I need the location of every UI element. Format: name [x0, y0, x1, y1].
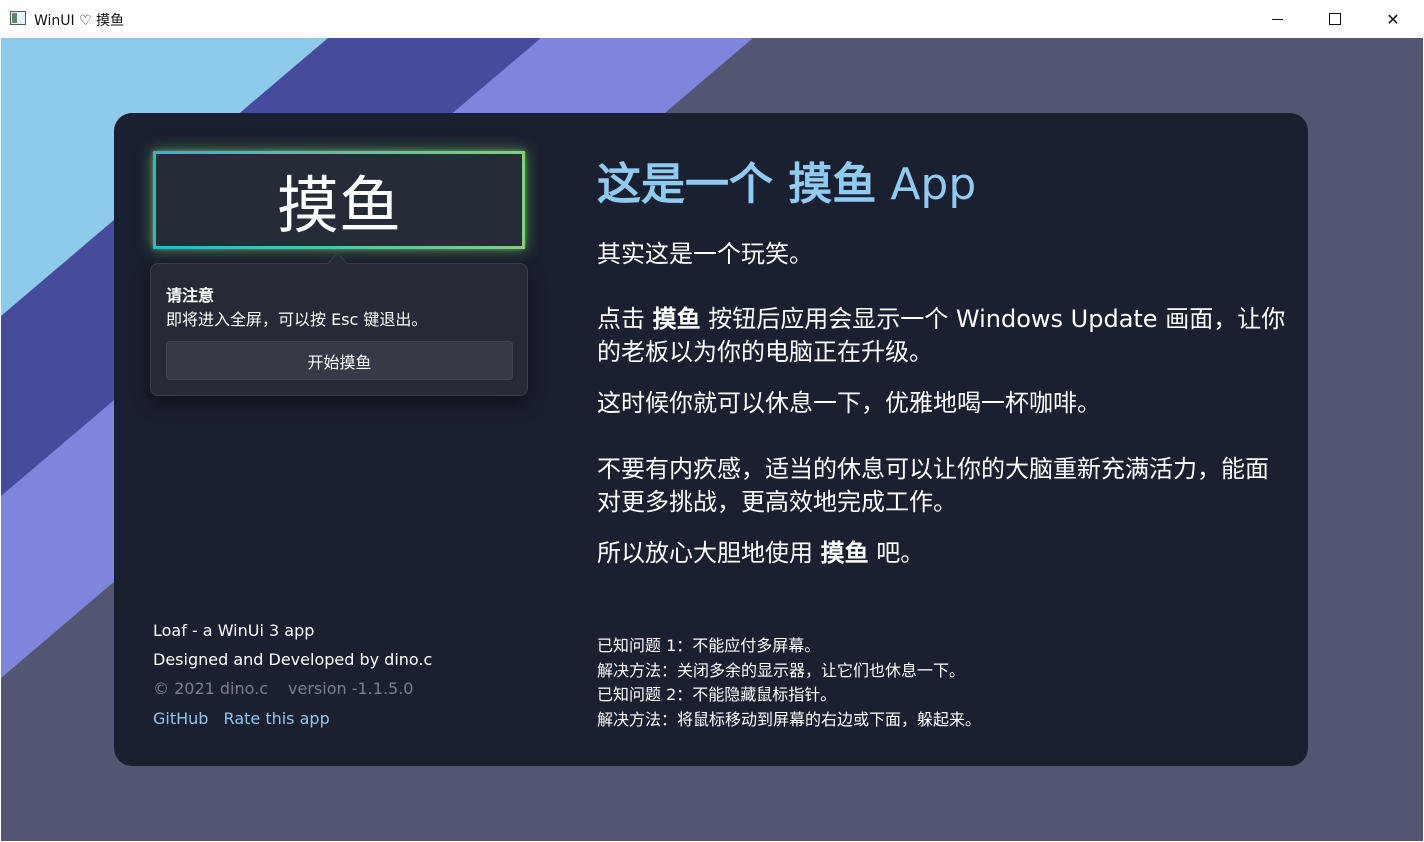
loaf-main-button[interactable]: 摸鱼: [153, 151, 525, 249]
minimize-icon: [1271, 18, 1283, 20]
description-bold: 摸鱼: [652, 305, 701, 333]
app-client-area: 摸鱼 请注意 即将进入全屏，可以按 Esc 键退出。 开始摸鱼 Loaf - a…: [1, 38, 1423, 841]
window-title: WinUI ♡ 摸鱼: [34, 13, 125, 29]
main-card: 摸鱼 请注意 即将进入全屏，可以按 Esc 键退出。 开始摸鱼 Loaf - a…: [114, 113, 1308, 766]
known-issue-line: 已知问题 2：不能隐藏鼠标指针。: [597, 685, 837, 704]
copyright-text: © 2021 dino.c: [153, 679, 269, 698]
app-icon: [10, 11, 26, 25]
description-paragraph: 点击 摸鱼 按钮后应用会显示一个 Windows Update 画面，让你的老板…: [597, 303, 1287, 369]
start-loaf-button[interactable]: 开始摸鱼: [166, 341, 513, 380]
version-text: version -1.1.5.0: [288, 679, 414, 698]
flyout-pointer: [326, 252, 349, 275]
title-bar[interactable]: WinUI ♡ 摸鱼 ✕: [0, 0, 1424, 38]
copyright-row: © 2021 dino.c version -1.1.5.0: [153, 679, 413, 698]
app-tagline: Loaf - a WinUi 3 app: [153, 621, 315, 640]
description-after: 按钮后应用会显示一个 Windows Update 画面，让你的老板以为你的电脑…: [597, 305, 1286, 366]
maximize-icon: [1329, 13, 1341, 25]
maximize-button[interactable]: [1306, 0, 1364, 38]
github-link[interactable]: GitHub: [153, 709, 208, 728]
closing-paragraph: 所以放心大胆地使用 摸鱼 吧。: [597, 537, 1287, 570]
known-issues: 已知问题 1：不能应付多屏幕。 解决方法：关闭多余的显示器，让它们也休息一下。 …: [597, 634, 981, 732]
rate-app-link[interactable]: Rate this app: [224, 709, 330, 728]
start-loaf-button-label: 开始摸鱼: [307, 352, 372, 372]
heading-suffix: App: [876, 159, 977, 210]
intro-paragraph: 其实这是一个玩笑。: [597, 240, 813, 268]
closing-after: 吧。: [868, 539, 925, 567]
heading-prefix: 这是一个: [597, 159, 789, 210]
closing-before: 所以放心大胆地使用: [597, 539, 821, 567]
credits-text: Designed and Developed by dino.c: [153, 650, 433, 669]
heading-bold: 摸鱼: [788, 159, 877, 210]
links-row: GitHub Rate this app: [153, 709, 330, 728]
flyout-message: 即将进入全屏，可以按 Esc 键退出。: [166, 310, 428, 329]
minimize-button[interactable]: [1248, 0, 1306, 38]
description-before: 点击: [597, 305, 653, 333]
confirm-flyout: 请注意 即将进入全屏，可以按 Esc 键退出。 开始摸鱼: [150, 252, 528, 396]
closing-bold: 摸鱼: [820, 539, 869, 567]
loaf-main-button-label: 摸鱼: [276, 169, 401, 242]
no-guilt-paragraph: 不要有内疚感，适当的休息可以让你的大脑重新充满活力，能面对更多挑战，更高效地完成…: [597, 455, 1269, 516]
known-issue-line: 解决方法：关闭多余的显示器，让它们也休息一下。: [597, 660, 966, 680]
close-icon: ✕: [1386, 9, 1400, 29]
known-issue-line: 已知问题 1：不能应付多屏幕。: [597, 636, 821, 655]
known-issue-line: 解决方法：将鼠标移动到屏幕的右边或下面，躲起来。: [597, 709, 982, 729]
close-button[interactable]: ✕: [1364, 0, 1422, 38]
page-heading: 这是一个 摸鱼 App: [597, 148, 976, 212]
relax-paragraph: 这时候你就可以休息一下，优雅地喝一杯咖啡。: [597, 389, 1101, 417]
flyout-title: 请注意: [166, 286, 215, 305]
